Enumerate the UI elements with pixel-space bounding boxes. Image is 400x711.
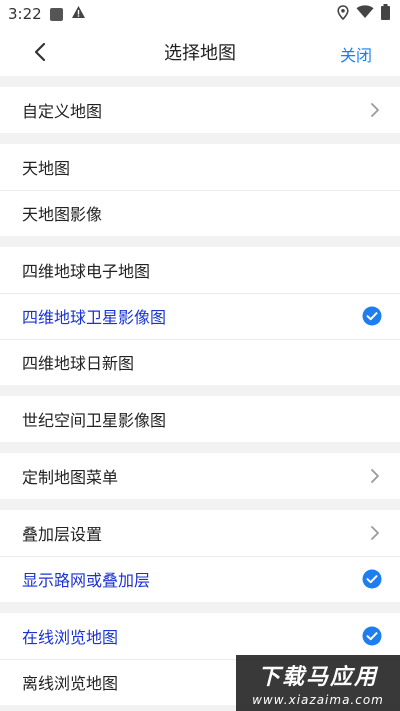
- list-item-label: 四维地球电子地图: [22, 262, 151, 281]
- list-item-label: 离线浏览地图: [22, 674, 119, 693]
- list-item-label: 叠加层设置: [22, 525, 103, 544]
- list-section: 世纪空间卫星影像图: [0, 396, 400, 442]
- list-item[interactable]: 自定义地图: [0, 87, 400, 133]
- list-item-label: 显示路网或叠加层: [22, 571, 151, 590]
- close-button[interactable]: 关闭: [340, 42, 372, 66]
- checkmark-icon: [362, 569, 382, 589]
- list-item-label: 定制地图菜单: [22, 468, 119, 487]
- location-icon: [337, 4, 349, 24]
- status-time: 3:22: [8, 5, 42, 23]
- list-section: 定制地图菜单: [0, 453, 400, 499]
- watermark-title: 下载马应用: [257, 665, 378, 690]
- list-item[interactable]: 天地图影像: [0, 190, 400, 236]
- chevron-right-icon: [368, 526, 382, 540]
- watermark: 下载马应用 www.xiazaima.com: [236, 655, 400, 711]
- checkmark-icon: [362, 306, 382, 326]
- list-item[interactable]: 四维地球卫星影像图: [0, 293, 400, 339]
- notification-square-icon: [49, 7, 63, 21]
- page-title: 选择地图: [164, 43, 236, 64]
- checkmark-icon: [362, 626, 382, 646]
- header-bar: 选择地图 关闭: [0, 28, 400, 76]
- list-item-label: 在线浏览地图: [22, 628, 119, 647]
- list-item-label: 自定义地图: [22, 102, 103, 121]
- list-item-label: 四维地球日新图: [22, 354, 135, 373]
- list-item-label: 天地图影像: [22, 205, 103, 224]
- map-options-list: 自定义地图天地图天地图影像四维地球电子地图 四维地球卫星影像图 四维地球日新图世纪空…: [0, 87, 400, 705]
- warning-icon: [71, 5, 86, 23]
- list-item[interactable]: 天地图: [0, 144, 400, 190]
- list-item[interactable]: 显示路网或叠加层: [0, 556, 400, 602]
- chevron-right-icon: [368, 103, 382, 117]
- list-item[interactable]: 定制地图菜单: [0, 453, 400, 499]
- battery-icon: [381, 4, 390, 24]
- list-section: 叠加层设置显示路网或叠加层: [0, 510, 400, 602]
- list-section: 自定义地图: [0, 87, 400, 133]
- list-item[interactable]: 四维地球日新图: [0, 339, 400, 385]
- list-item[interactable]: 世纪空间卫星影像图: [0, 396, 400, 442]
- watermark-url: www.xiazaima.com: [252, 693, 384, 707]
- list-item-label: 天地图: [22, 159, 71, 178]
- list-section: 天地图 天地图影像: [0, 144, 400, 236]
- chevron-right-icon: [368, 469, 382, 483]
- wifi-icon: [356, 5, 374, 23]
- list-item-label: 世纪空间卫星影像图: [22, 411, 167, 430]
- list-item[interactable]: 在线浏览地图: [0, 613, 400, 659]
- chevron-left-icon[interactable]: [28, 40, 52, 64]
- status-bar: 3:22: [0, 0, 400, 28]
- list-item[interactable]: 四维地球电子地图: [0, 247, 400, 293]
- list-section: 四维地球电子地图 四维地球卫星影像图 四维地球日新图: [0, 247, 400, 385]
- list-item[interactable]: 叠加层设置: [0, 510, 400, 556]
- list-item-label: 四维地球卫星影像图: [22, 308, 167, 327]
